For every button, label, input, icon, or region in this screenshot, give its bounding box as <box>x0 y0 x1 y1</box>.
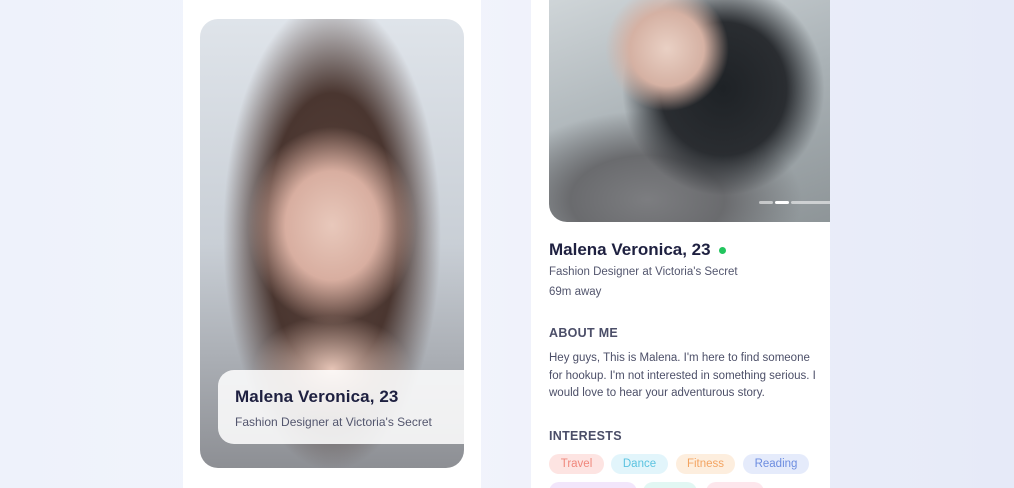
interest-chip[interactable] <box>706 482 764 488</box>
profile-detail-photo[interactable] <box>549 0 830 222</box>
interest-chip-reading[interactable]: Reading <box>743 454 809 474</box>
interest-chip-dance[interactable]: Dance <box>611 454 668 474</box>
profile-name: Malena Veronica, 23 <box>235 387 399 406</box>
online-status-icon <box>718 246 726 254</box>
profile-card-info[interactable]: Malena Veronica, 23 Fashion Designer at … <box>218 370 464 444</box>
interests-heading: INTERESTS <box>549 429 622 443</box>
detail-occupation: Fashion Designer at Victoria's Secret <box>549 266 738 278</box>
carousel-segment[interactable] <box>759 201 773 204</box>
about-me-heading: ABOUT ME <box>549 326 619 340</box>
interest-chip-fitness[interactable]: Fitness <box>676 454 735 474</box>
detail-name-row: Malena Veronica, 23 <box>549 240 726 260</box>
carousel-segment[interactable] <box>791 201 830 204</box>
photo-carousel-indicator[interactable] <box>759 201 830 204</box>
detail-profile-name: Malena Veronica, 23 <box>549 240 711 259</box>
distance-label: 69m away <box>549 286 602 298</box>
profile-card-panel: Malena Veronica, 23 Fashion Designer at … <box>183 0 481 488</box>
profile-detail-panel: Malena Veronica, 23 Fashion Designer at … <box>531 0 830 488</box>
about-me-text: Hey guys, This is Malena. I'm here to fi… <box>549 352 816 399</box>
interest-chip[interactable] <box>643 482 697 488</box>
interest-chip-travel[interactable]: Travel <box>549 454 604 474</box>
carousel-segment-active[interactable] <box>775 201 789 204</box>
interest-chip[interactable] <box>549 482 637 488</box>
profile-occupation: Fashion Designer at Victoria's Secret <box>235 415 432 429</box>
